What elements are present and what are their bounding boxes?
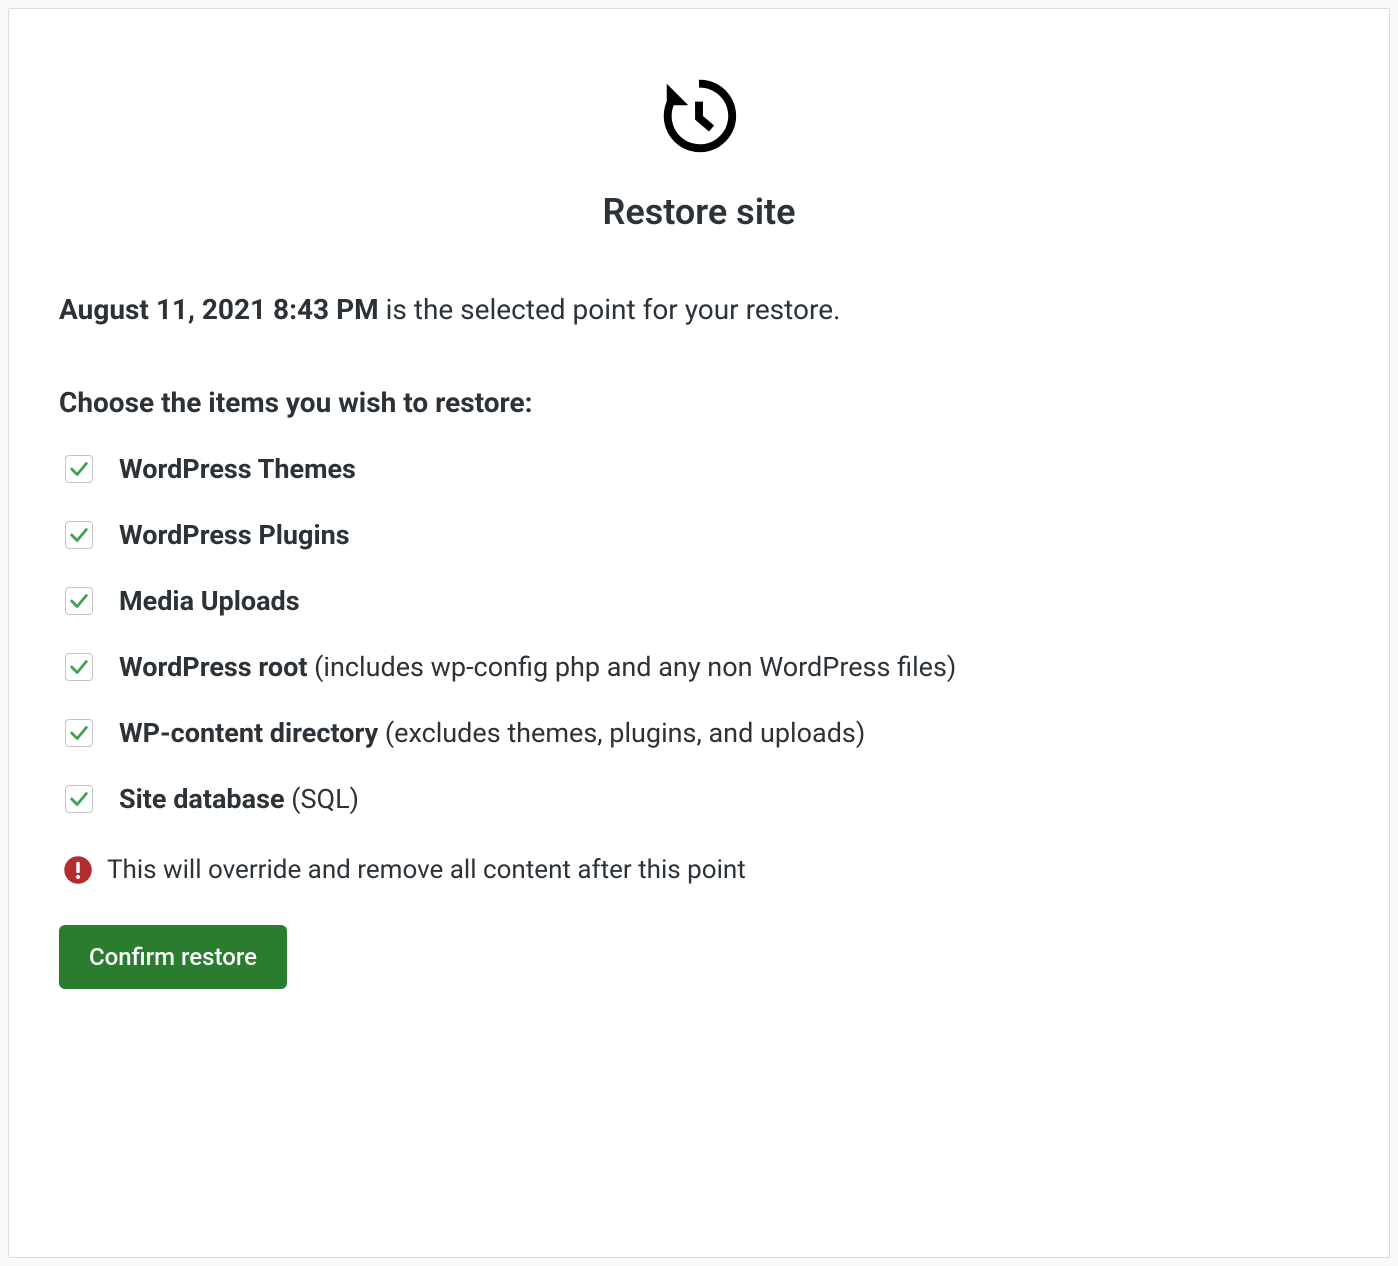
check-icon xyxy=(68,590,90,612)
choose-items-label: Choose the items you wish to restore: xyxy=(59,386,1339,419)
checkbox-media[interactable] xyxy=(65,587,93,615)
item-label: WordPress Themes xyxy=(119,453,356,485)
selected-point-text: August 11, 2021 8:43 PM is the selected … xyxy=(59,293,1339,326)
warning-icon xyxy=(63,855,93,885)
restore-history-icon xyxy=(656,73,742,163)
checkbox-root[interactable] xyxy=(65,653,93,681)
warning-text: This will override and remove all conten… xyxy=(107,855,746,885)
item-label: Media Uploads xyxy=(119,585,300,617)
check-icon xyxy=(68,458,90,480)
confirm-restore-button[interactable]: Confirm restore xyxy=(59,925,287,989)
checkbox-wpcontent[interactable] xyxy=(65,719,93,747)
check-icon xyxy=(68,524,90,546)
checkbox-plugins[interactable] xyxy=(65,521,93,549)
restore-item-database: Site database (SQL) xyxy=(59,783,1339,815)
check-icon xyxy=(68,722,90,744)
item-label: WordPress root (includes wp-config php a… xyxy=(119,651,956,683)
restore-item-themes: WordPress Themes xyxy=(59,453,1339,485)
card-header: Restore site xyxy=(59,73,1339,233)
checkbox-themes[interactable] xyxy=(65,455,93,483)
restore-item-plugins: WordPress Plugins xyxy=(59,519,1339,551)
restore-timestamp: August 11, 2021 8:43 PM xyxy=(59,293,379,326)
item-label: WordPress Plugins xyxy=(119,519,350,551)
checkbox-database[interactable] xyxy=(65,785,93,813)
restore-item-media: Media Uploads xyxy=(59,585,1339,617)
restore-card: Restore site August 11, 2021 8:43 PM is … xyxy=(8,8,1390,1258)
item-label: WP-content directory (excludes themes, p… xyxy=(119,717,865,749)
page-title: Restore site xyxy=(602,191,795,233)
restore-items-list: WordPress Themes WordPress Plugins Media… xyxy=(59,453,1339,815)
restore-timestamp-suffix: is the selected point for your restore. xyxy=(379,293,841,326)
item-label: Site database (SQL) xyxy=(119,783,359,815)
check-icon xyxy=(68,788,90,810)
check-icon xyxy=(68,656,90,678)
restore-item-root: WordPress root (includes wp-config php a… xyxy=(59,651,1339,683)
warning-row: This will override and remove all conten… xyxy=(59,855,1339,885)
restore-item-wpcontent: WP-content directory (excludes themes, p… xyxy=(59,717,1339,749)
